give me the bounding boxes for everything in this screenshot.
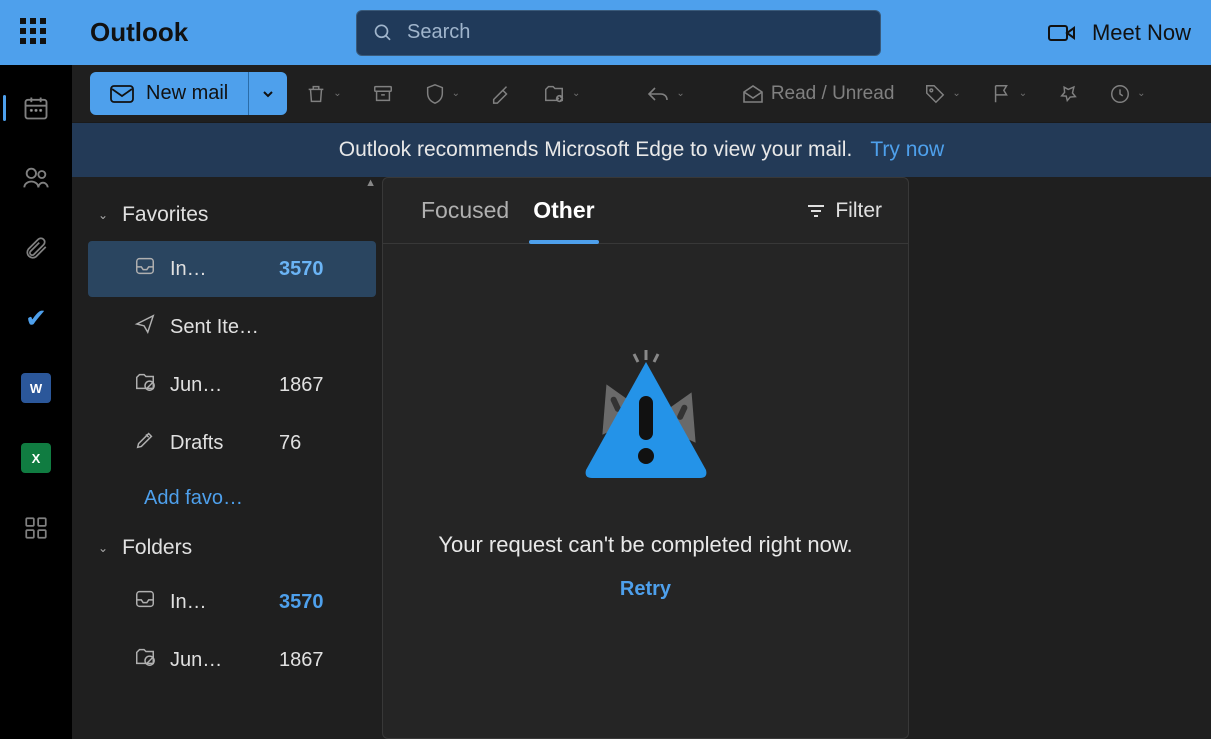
error-message: Your request can't be completed right no… [438,532,852,558]
favorites-label: Favorites [122,203,208,227]
filter-label: Filter [835,199,882,223]
folder-count: 3570 [279,591,324,614]
folder-item-inbox[interactable]: In… 3570 [88,241,376,297]
rail-mail[interactable] [19,91,53,125]
command-toolbar: New mail ⌄ ⌄ ⌄ ⌄ [72,65,1211,123]
edge-recommendation-banner: Outlook recommends Microsoft Edge to vie… [72,123,1211,177]
flag-button[interactable]: ⌄ [979,75,1039,113]
folder-name: In… [170,591,265,614]
rail-todo[interactable]: ✔ [19,301,53,335]
tab-other[interactable]: Other [521,178,606,244]
sent-icon [134,313,156,341]
new-mail-button[interactable]: New mail [90,72,248,115]
inbox-icon [134,588,156,616]
folder-item-junk[interactable]: Jun… 1867 [88,357,376,413]
warning-illustration [556,342,736,502]
apps-grid-icon [23,515,49,541]
message-list-pane: Focused Other Filter [382,177,909,739]
search-icon [373,22,393,44]
folder-count: 3570 [279,258,324,281]
banner-try-now-link[interactable]: Try now [870,138,944,162]
rail-more-apps[interactable] [19,511,53,545]
folder-name: Drafts [170,432,265,455]
folders-section-header[interactable]: ⌄ Folders [88,524,382,572]
folder-name: Jun… [170,374,265,397]
pin-button[interactable] [1045,75,1091,113]
folder-pane: ▲ ⌄ Favorites In… 3570 Sent Ite… Jun… 18… [72,177,382,739]
pin-icon [1057,83,1079,105]
favorites-section-header[interactable]: ⌄ Favorites [88,191,382,239]
word-icon: W [21,373,51,403]
folder-name: In… [170,258,265,281]
chevron-down-icon: ⌄ [98,541,108,555]
video-icon [1048,23,1076,43]
rail-word[interactable]: W [19,371,53,405]
folder-name: Jun… [170,649,265,672]
search-input[interactable] [407,21,864,44]
attachment-icon [23,235,49,261]
sweep-icon [490,83,512,105]
tag-button[interactable]: ⌄ [912,75,972,113]
archive-icon [372,83,394,105]
banner-text: Outlook recommends Microsoft Edge to vie… [339,138,853,162]
new-mail-label: New mail [146,82,228,105]
app-title: Outlook [90,17,188,48]
snooze-button[interactable]: ⌄ [1097,75,1157,113]
people-icon [22,164,50,192]
reply-all-button[interactable]: ⌄ [634,76,696,112]
check-icon: ✔ [25,303,47,334]
chevron-down-icon: ⌄ [98,208,108,222]
top-bar: Outlook Meet Now [0,0,1211,65]
sweep-button[interactable] [478,75,524,113]
chevron-down-icon [261,87,275,101]
rail-people[interactable] [19,161,53,195]
junk-icon [134,646,156,674]
folders-label: Folders [122,536,192,560]
filter-icon [807,204,825,218]
calendar-icon [22,94,50,122]
meet-now-button[interactable]: Meet Now [1048,20,1191,46]
move-button[interactable]: ⌄ [530,75,592,113]
search-box[interactable] [356,10,881,56]
folder-item-junk[interactable]: Jun… 1867 [88,632,376,688]
rail-excel[interactable]: X [19,441,53,475]
envelope-icon [110,85,134,103]
excel-icon: X [21,443,51,473]
folder-move-icon [542,83,566,105]
drafts-icon [134,429,156,457]
new-mail-dropdown[interactable] [248,72,287,115]
collapse-pane-caret[interactable]: ▲ [365,177,376,189]
left-rail: ✔ W X [0,65,72,739]
folder-item-drafts[interactable]: Drafts 76 [88,415,376,471]
envelope-open-icon [741,84,765,104]
reply-icon [646,84,670,104]
folder-item-sent[interactable]: Sent Ite… [88,299,376,355]
folder-count: 1867 [279,649,324,672]
delete-button[interactable]: ⌄ [293,75,353,113]
read-unread-label: Read / Unread [771,83,895,105]
add-favorite-link[interactable]: Add favo… [88,473,382,524]
report-button[interactable]: ⌄ [412,75,472,113]
meet-now-label: Meet Now [1092,20,1191,46]
read-unread-button[interactable]: Read / Unread [729,75,907,113]
tab-focused[interactable]: Focused [409,178,521,244]
flag-icon [991,83,1013,105]
inbox-icon [134,255,156,283]
folder-name: Sent Ite… [170,316,265,339]
trash-icon [305,83,327,105]
archive-button[interactable] [360,75,406,113]
shield-icon [424,83,446,105]
folder-count: 76 [279,432,301,455]
filter-button[interactable]: Filter [807,199,882,223]
rail-files[interactable] [19,231,53,265]
junk-icon [134,371,156,399]
tag-icon [924,83,946,105]
folder-item-inbox[interactable]: In… 3570 [88,574,376,630]
folder-count: 1867 [279,374,324,397]
app-launcher-icon[interactable] [20,18,50,48]
retry-link[interactable]: Retry [620,578,671,601]
clock-icon [1109,83,1131,105]
